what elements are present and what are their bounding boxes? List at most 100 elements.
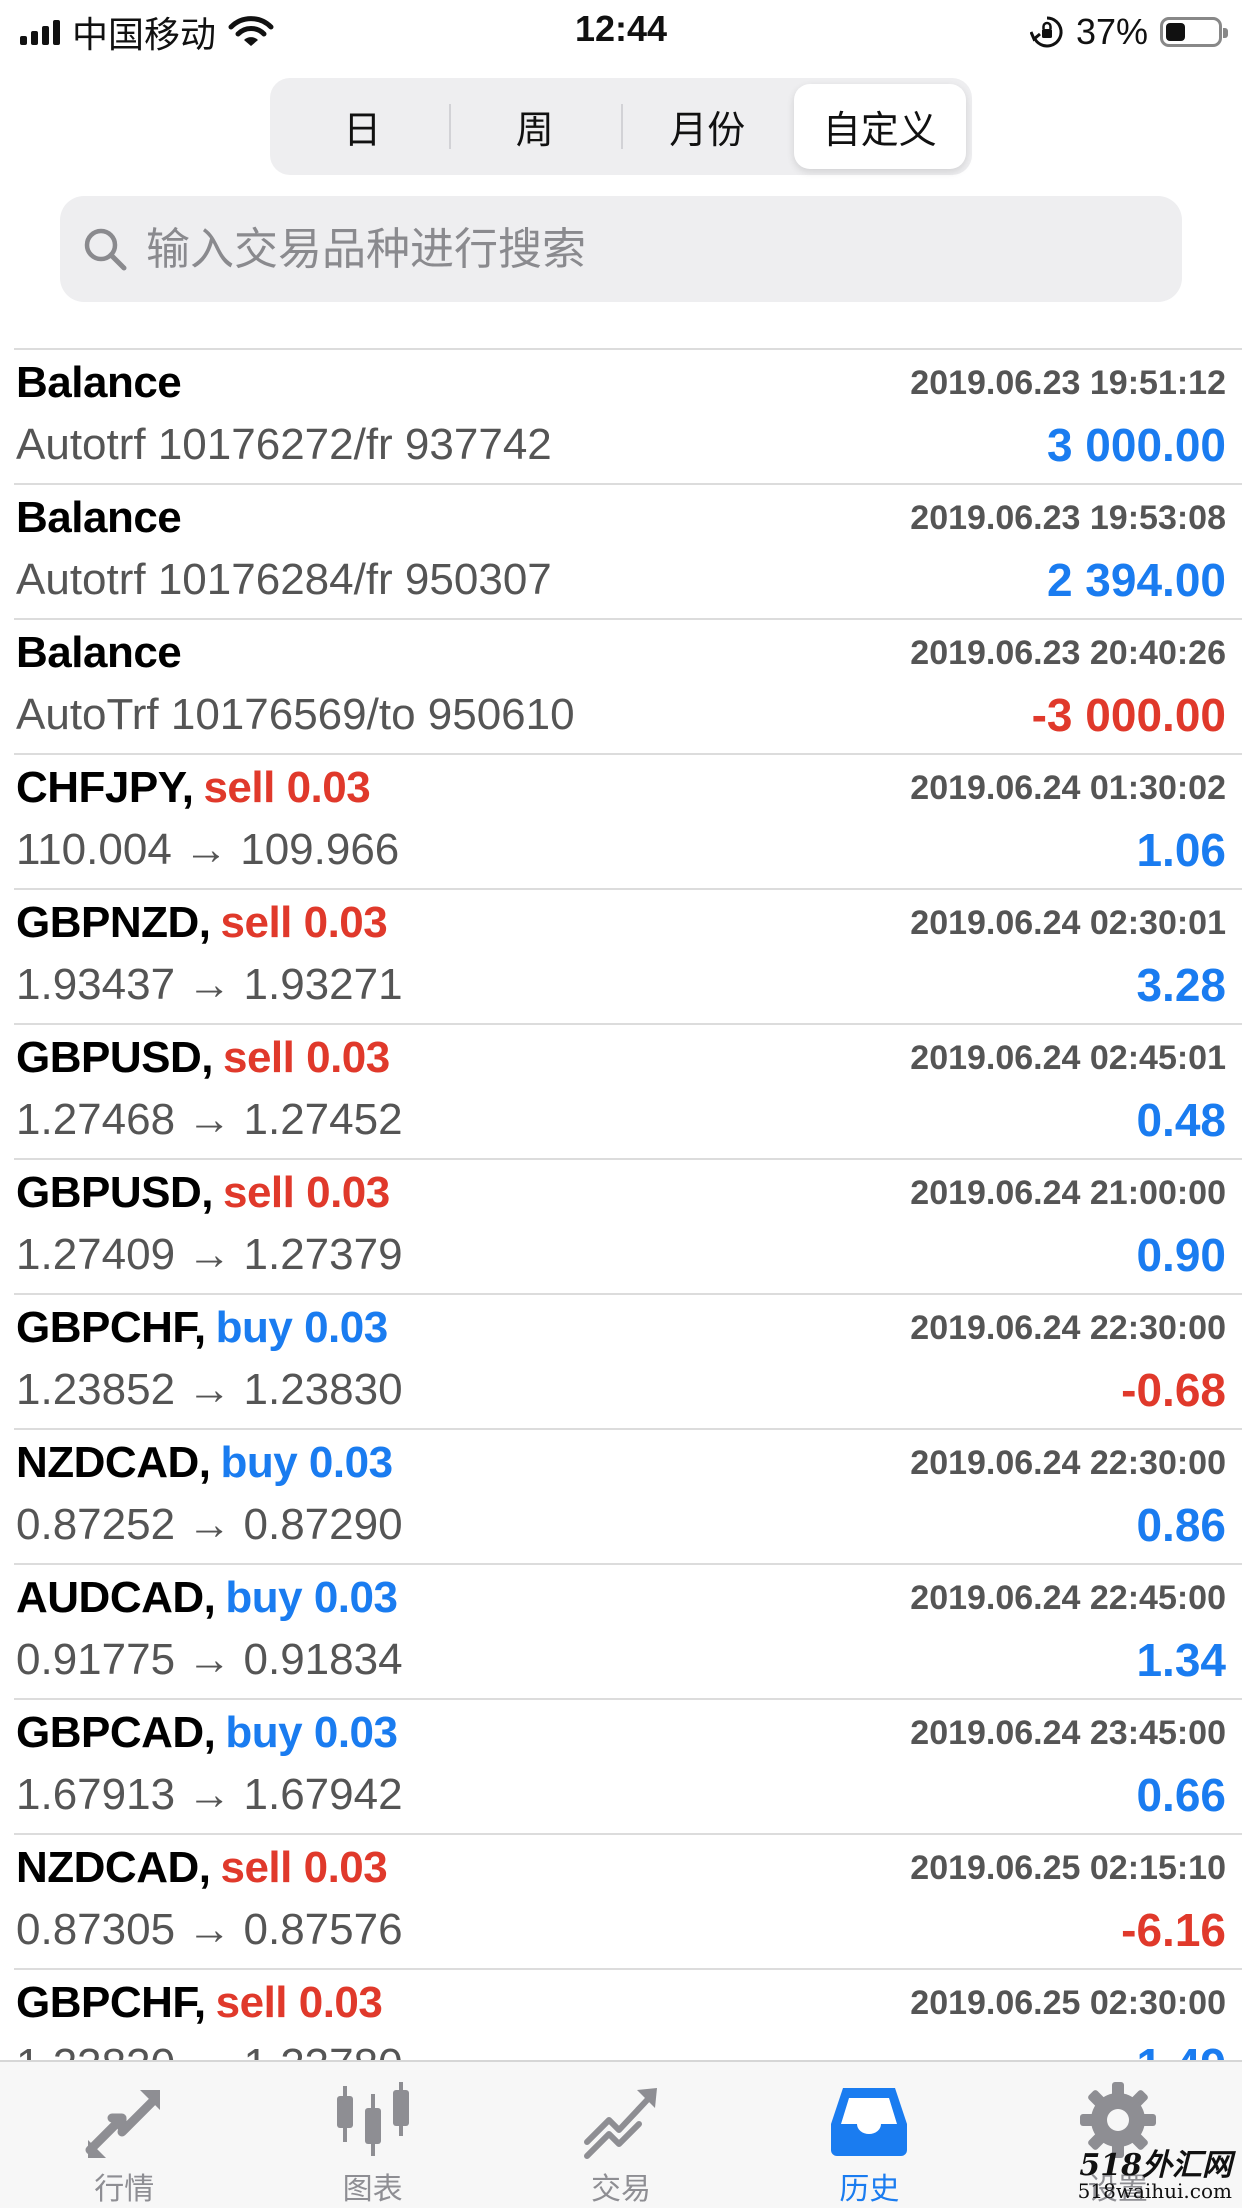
symbol-name: GBPCHF, [16, 1978, 206, 2027]
trade-action: sell 0.03 [222, 1033, 390, 1082]
history-inbox-icon [831, 2088, 908, 2156]
trade-time: 2019.06.24 23:45:00 [910, 1714, 1226, 1752]
tab-history[interactable]: 历史 [745, 2062, 993, 2208]
trade-action: buy 0.03 [220, 1438, 393, 1487]
symbol-line: NZDCAD, buy 0.03 [16, 1438, 393, 1488]
trade-action: sell 0.03 [220, 898, 388, 947]
history-row[interactable]: GBPNZD, sell 0.03 1.93437 → 1.93271 2019.06… [14, 890, 1242, 1025]
trade-amount: 0.48 [1136, 1094, 1226, 1146]
trade-time: 2019.06.24 01:30:02 [910, 769, 1226, 807]
watermark-sub: 518waihui.com [1077, 2179, 1232, 2203]
trade-detail: 0.91775 → 0.91834 [16, 1635, 403, 1684]
candlestick-chart-icon [336, 2082, 409, 2156]
history-list[interactable]: Balance Autotrf 10176272/fr 937742 2019.06… [14, 348, 1242, 2060]
trade-amount: 0.86 [1136, 1499, 1226, 1551]
trade-detail: 1.67913 → 1.67942 [16, 1770, 403, 1819]
symbol-line: Balance [16, 493, 182, 543]
symbol-line: GBPNZD, sell 0.03 [16, 898, 388, 948]
symbol-line: CHFJPY, sell 0.03 [16, 763, 371, 813]
history-row[interactable]: NZDCAD, buy 0.03 0.87252 → 0.87290 2019.06.… [14, 1430, 1242, 1565]
symbol-name: GBPCHF, [16, 1303, 206, 1352]
trade-time: 2019.06.23 20:40:26 [910, 634, 1226, 672]
period-tab-month[interactable]: 月份 [621, 84, 794, 169]
trade-time: 2019.06.23 19:51:12 [910, 364, 1226, 402]
history-row[interactable]: GBPCHF, buy 0.03 1.23852 → 1.23830 2019.06.… [14, 1295, 1242, 1430]
trade-time: 2019.06.25 02:30:00 [910, 1984, 1226, 2022]
watermark-main: 518外汇网 [1079, 2147, 1232, 2183]
symbol-name: Balance [16, 628, 182, 677]
trade-action: buy 0.03 [225, 1573, 398, 1622]
symbol-name: GBPNZD, [16, 898, 211, 947]
history-row[interactable]: Balance AutoTrf 10176569/to 950610 2019.06… [14, 620, 1242, 755]
history-row[interactable]: AUDCAD, buy 0.03 0.91775 → 0.91834 2019.06.… [14, 1565, 1242, 1700]
symbol-line: Balance [16, 358, 182, 408]
trade-detail: 0.87305 → 0.87576 [16, 1905, 403, 1954]
period-tab-week[interactable]: 周 [448, 84, 622, 169]
symbol-name: GBPUSD, [16, 1033, 213, 1082]
tab-label: 历史 [839, 2172, 900, 2207]
search-icon [84, 228, 127, 271]
battery-percent: 37% [1075, 11, 1148, 52]
trade-detail: 1.27468 → 1.27452 [16, 1095, 403, 1144]
history-row[interactable]: GBPUSD, sell 0.03 1.27409 → 1.27379 2019.06… [14, 1160, 1242, 1295]
history-row[interactable]: GBPCAD, buy 0.03 1.67913 → 1.67942 2019.06.… [14, 1700, 1242, 1835]
trade-time: 2019.06.24 02:30:01 [910, 904, 1226, 942]
trade-time: 2019.06.24 22:30:00 [910, 1309, 1226, 1347]
tab-trade[interactable]: 交易 [497, 2062, 745, 2208]
watermark: 518外汇网 518waihui.com [1077, 2147, 1232, 2203]
battery-level [1166, 23, 1185, 41]
search-bar[interactable] [60, 196, 1182, 302]
trade-action: sell 0.03 [203, 763, 371, 812]
trade-trend-icon [584, 2088, 658, 2159]
symbol-name: GBPCAD, [16, 1708, 216, 1757]
period-tab-day[interactable]: 日 [276, 84, 449, 169]
trade-detail: 1.23830 → 1.23780 [16, 2040, 403, 2060]
trade-detail: 1.23852 → 1.23830 [16, 1365, 403, 1414]
trade-time: 2019.06.24 02:45:01 [910, 1039, 1226, 1077]
trade-detail: 1.27409 → 1.27379 [16, 1230, 403, 1279]
status-right: 37% [1029, 10, 1228, 54]
trade-amount: 1.49 [1136, 2038, 1226, 2060]
trade-amount: 1.06 [1136, 824, 1226, 876]
trade-action: sell 0.03 [222, 1168, 390, 1217]
symbol-name: AUDCAD, [16, 1573, 216, 1622]
history-row[interactable]: GBPUSD, sell 0.03 1.27468 → 1.27452 2019.06… [14, 1025, 1242, 1160]
trade-detail: AutoTrf 10176569/to 950610 [16, 690, 575, 739]
trade-detail: 1.93437 → 1.93271 [16, 960, 403, 1009]
symbol-line: GBPCAD, buy 0.03 [16, 1708, 398, 1758]
trade-action: buy 0.03 [225, 1708, 398, 1757]
tab-quotes[interactable]: 行情 [0, 2062, 248, 2208]
trade-time: 2019.06.24 22:30:00 [910, 1444, 1226, 1482]
quotes-arrows-icon [85, 2090, 161, 2158]
symbol-line: Balance [16, 628, 182, 678]
history-row[interactable]: GBPCHF,sell 0.03 1.23830 → 1.23780 2019.06… [14, 1970, 1242, 2060]
trade-amount: 0.90 [1136, 1229, 1226, 1281]
trade-time: 2019.06.24 22:45:00 [910, 1579, 1226, 1617]
trade-amount: -3 000.00 [1031, 689, 1226, 741]
search-input[interactable] [146, 223, 1126, 275]
history-row[interactable]: CHFJPY, sell 0.03 110.004 → 109.966 2019.06… [14, 755, 1242, 890]
trade-detail: Autotrf 10176284/fr 950307 [16, 555, 552, 604]
tab-label: 图表 [342, 2172, 403, 2207]
battery-icon [1160, 17, 1228, 47]
symbol-line: NZDCAD, sell 0.03 [16, 1843, 388, 1893]
orientation-lock-icon [1029, 16, 1063, 48]
symbol-name: Balance [16, 493, 182, 542]
trade-amount: 3.28 [1136, 959, 1226, 1011]
trade-time: 2019.06.24 21:00:00 [910, 1174, 1226, 1212]
symbol-line: GBPCHF, buy 0.03 [16, 1303, 388, 1353]
history-row[interactable]: Balance Autotrf 10176284/fr 950307 2019.06… [14, 485, 1242, 620]
history-row[interactable]: NZDCAD, sell 0.03 0.87305 → 0.87576 2019.06… [14, 1835, 1242, 1970]
history-row[interactable]: Balance Autotrf 10176272/fr 937742 2019.06… [14, 350, 1242, 485]
symbol-line: AUDCAD, buy 0.03 [16, 1573, 398, 1623]
symbol-line: GBPUSD, sell 0.03 [16, 1033, 390, 1083]
tab-chart[interactable]: 图表 [248, 2062, 496, 2208]
trade-amount: 3 000.00 [1046, 419, 1226, 471]
period-tab-custom[interactable]: 自定义 [793, 84, 966, 169]
trade-action: sell 0.03 [215, 1978, 383, 2027]
tab-bar: 行情 图表 交易 历史 设置 518外汇网 518waihui.com [0, 2060, 1242, 2208]
trade-amount: 1.34 [1136, 1634, 1226, 1686]
trade-time: 2019.06.23 19:53:08 [910, 499, 1226, 537]
trade-detail: Autotrf 10176272/fr 937742 [16, 420, 552, 469]
trade-amount: 2 394.00 [1046, 554, 1226, 606]
